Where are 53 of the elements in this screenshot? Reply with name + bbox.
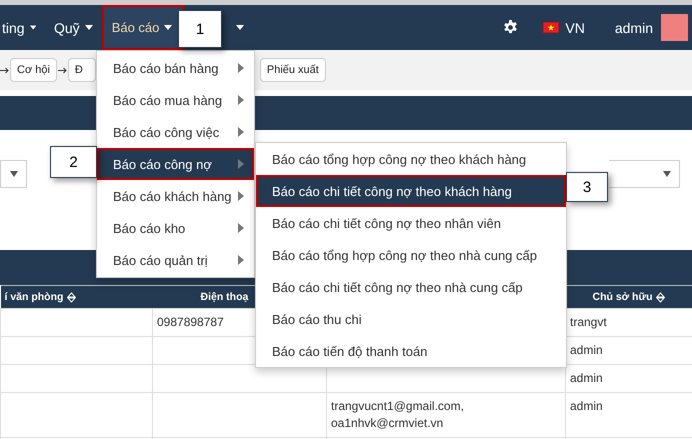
nav-menu-item[interactable]: Báo cáo bbox=[102, 5, 184, 50]
table-cell: admin bbox=[570, 371, 603, 385]
breadcrumb-step[interactable]: Đ bbox=[68, 58, 96, 82]
caret-icon bbox=[84, 25, 93, 30]
submenu-arrow-icon bbox=[238, 255, 244, 265]
caret-icon bbox=[30, 25, 36, 30]
submenu-arrow-icon bbox=[238, 127, 244, 137]
column-header[interactable]: Điện thoạ bbox=[200, 291, 248, 303]
menu-item[interactable]: Báo cáo chi tiết công nợ theo nhân viên bbox=[256, 207, 566, 239]
table-cell: trangvt bbox=[570, 315, 607, 329]
menu-item[interactable]: Báo cáo công nợ bbox=[97, 148, 254, 180]
flag-icon bbox=[543, 22, 560, 33]
menu-item[interactable]: Báo cáo khách hàng bbox=[97, 180, 254, 212]
select-field[interactable] bbox=[609, 160, 680, 188]
nav-menu-item[interactable]: ting bbox=[0, 5, 45, 50]
menu-item[interactable]: Báo cáo kho bbox=[97, 212, 254, 244]
arrow-icon bbox=[58, 66, 67, 74]
submenu-arrow-icon bbox=[238, 191, 244, 201]
breadcrumb-step[interactable]: Phiếu xuất bbox=[260, 58, 326, 82]
select-field[interactable] bbox=[0, 160, 27, 188]
table-cell: admin bbox=[570, 399, 603, 413]
step-callout: 2 bbox=[50, 146, 97, 178]
user-name[interactable]: admin bbox=[614, 20, 653, 36]
menu-item[interactable]: Báo cáo tổng hợp công nợ theo nhà cung cấp bbox=[256, 239, 566, 271]
menu-item[interactable]: Báo cáo mua hàng bbox=[97, 84, 254, 116]
menu-item[interactable]: Báo cáo quản trị bbox=[97, 244, 254, 276]
sort-icon bbox=[656, 292, 666, 302]
menu-item[interactable]: Báo cáo tiến độ thanh toán bbox=[256, 335, 566, 367]
step-callout: 1 bbox=[178, 10, 222, 48]
menu-item[interactable]: Báo cáo chi tiết công nợ theo nhà cung cấp bbox=[256, 271, 566, 303]
settings-icon[interactable] bbox=[503, 20, 518, 35]
step-callout: 3 bbox=[566, 172, 608, 202]
table-cell: admin bbox=[570, 343, 603, 357]
language-label[interactable]: VN bbox=[565, 20, 585, 36]
caret-icon bbox=[236, 25, 244, 30]
table-cell: 0987898787 bbox=[157, 315, 224, 329]
menu-item[interactable]: Báo cáo thu chi bbox=[256, 303, 566, 335]
menu-item[interactable]: Báo cáo bán hàng bbox=[97, 52, 254, 84]
breadcrumb-step[interactable]: Cơ hội bbox=[10, 58, 57, 82]
menu-item[interactable]: Báo cáo tổng hợp công nợ theo khách hàng bbox=[256, 143, 566, 175]
submenu-arrow-icon bbox=[238, 159, 244, 169]
nav-menu-item[interactable]: Quỹ bbox=[45, 5, 102, 50]
menu-item[interactable]: Báo cáo công việc bbox=[97, 116, 254, 148]
dropdown-arrow-icon bbox=[10, 171, 18, 177]
arrow-icon bbox=[0, 66, 9, 74]
table-cell: trangvucnt1@gmail.com, oa1nhvk@crmviet.vn bbox=[331, 399, 464, 430]
caret-icon bbox=[164, 25, 172, 30]
submenu-arrow-icon bbox=[238, 95, 244, 105]
submenu-arrow-icon bbox=[238, 223, 244, 233]
menu-item[interactable]: Báo cáo chi tiết công nợ theo khách hàng bbox=[256, 175, 566, 207]
dropdown-arrow-icon bbox=[663, 171, 671, 177]
submenu-arrow-icon bbox=[238, 63, 244, 73]
sort-icon bbox=[67, 292, 76, 302]
